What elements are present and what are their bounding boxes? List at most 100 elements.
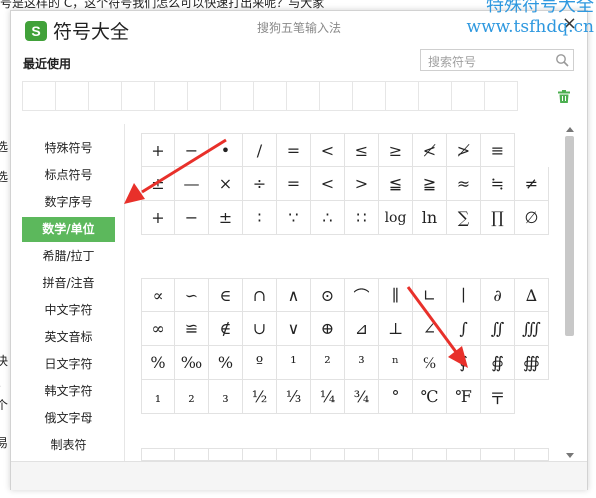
symbol-cell[interactable]: <: [311, 133, 345, 167]
category-english-phonetics[interactable]: 英文音标: [22, 325, 115, 350]
symbol-cell[interactable]: ×: [209, 167, 243, 201]
symbol-cell[interactable]: [481, 448, 515, 461]
category-russian-letters[interactable]: 俄文字母: [22, 406, 115, 431]
category-chinese-chars[interactable]: 中文字符: [22, 298, 115, 323]
category-greek-latin[interactable]: 希腊/拉丁: [22, 244, 115, 269]
symbol-cell[interactable]: log: [379, 201, 413, 235]
symbol-cell[interactable]: +: [141, 201, 175, 235]
symbol-cell[interactable]: ∴: [311, 201, 345, 235]
symbol-cell[interactable]: ∏: [481, 201, 515, 235]
symbol-cell[interactable]: ∉: [209, 312, 243, 346]
symbol-cell[interactable]: ≯: [447, 133, 481, 167]
symbol-cell[interactable]: ∮: [447, 346, 481, 380]
symbol-cell[interactable]: ∰: [515, 346, 549, 380]
symbol-cell[interactable]: =: [277, 167, 311, 201]
symbol-cell[interactable]: ∣: [447, 278, 481, 312]
symbol-cell[interactable]: ≮: [413, 133, 447, 167]
symbol-cell[interactable]: [209, 448, 243, 461]
recent-symbol-slot[interactable]: [254, 81, 287, 111]
symbol-cell[interactable]: ∟: [413, 278, 447, 312]
symbol-cell[interactable]: ≧: [413, 167, 447, 201]
symbol-cell[interactable]: ln: [413, 201, 447, 235]
symbol-cell[interactable]: ⁿ: [379, 346, 413, 380]
category-math-units[interactable]: 数学/单位: [22, 217, 115, 242]
symbol-cell[interactable]: −: [175, 201, 209, 235]
symbol-cell[interactable]: ∠: [413, 312, 447, 346]
symbol-cell[interactable]: ∯: [481, 346, 515, 380]
symbol-cell[interactable]: [277, 448, 311, 461]
symbol-cell[interactable]: ²: [311, 346, 345, 380]
symbol-cell[interactable]: ∷: [345, 201, 379, 235]
symbol-cell[interactable]: ∪: [243, 312, 277, 346]
symbol-cell[interactable]: ₁: [141, 380, 175, 414]
recent-symbol-slot[interactable]: [155, 81, 188, 111]
symbol-cell[interactable]: [345, 448, 379, 461]
symbol-cell[interactable]: ⊙: [311, 278, 345, 312]
symbol-cell[interactable]: ½: [243, 380, 277, 414]
symbol-cell[interactable]: ³: [345, 346, 379, 380]
symbol-cell[interactable]: ∽: [175, 278, 209, 312]
symbol-cell[interactable]: ¼: [311, 380, 345, 414]
symbol-cell[interactable]: ∨: [277, 312, 311, 346]
symbol-cell[interactable]: [175, 448, 209, 461]
symbol-cell[interactable]: ∑: [447, 201, 481, 235]
symbol-cell[interactable]: ‰: [175, 346, 209, 380]
category-special-symbols[interactable]: 特殊符号: [22, 136, 115, 161]
symbol-cell[interactable]: ∈: [209, 278, 243, 312]
symbol-cell[interactable]: ℅: [413, 346, 447, 380]
symbol-cell[interactable]: [141, 448, 175, 461]
scrollbar[interactable]: [564, 124, 576, 461]
symbol-cell[interactable]: ₃: [209, 380, 243, 414]
symbol-cell[interactable]: =: [277, 133, 311, 167]
symbol-cell[interactable]: −: [175, 133, 209, 167]
symbol-cell[interactable]: ≦: [379, 167, 413, 201]
recent-symbol-slot[interactable]: [452, 81, 485, 111]
recent-symbol-slot[interactable]: [23, 81, 56, 111]
symbol-cell[interactable]: [413, 448, 447, 461]
category-number-sequence[interactable]: 数字序号: [22, 190, 115, 215]
symbol-cell[interactable]: —: [175, 167, 209, 201]
symbol-cell[interactable]: ⊕: [311, 312, 345, 346]
scroll-up-icon[interactable]: [566, 127, 574, 132]
recent-symbol-slot[interactable]: [56, 81, 89, 111]
symbol-cell[interactable]: ₂: [175, 380, 209, 414]
symbol-cell[interactable]: ≈: [447, 167, 481, 201]
category-korean-chars[interactable]: 韩文字符: [22, 379, 115, 404]
symbol-cell[interactable]: ∫: [447, 312, 481, 346]
symbol-cell[interactable]: ±: [209, 201, 243, 235]
symbol-cell[interactable]: ∧: [277, 278, 311, 312]
symbol-cell[interactable]: [311, 448, 345, 461]
symbol-cell[interactable]: ∥: [379, 278, 413, 312]
symbol-cell[interactable]: +: [141, 133, 175, 167]
symbol-cell[interactable]: ∞: [141, 312, 175, 346]
symbol-cell[interactable]: ℉: [447, 380, 481, 414]
recent-symbol-slot[interactable]: [122, 81, 155, 111]
symbol-cell[interactable]: ¹: [277, 346, 311, 380]
scrollbar-thumb[interactable]: [565, 136, 574, 336]
symbol-cell[interactable]: ∶: [243, 201, 277, 235]
category-japanese-chars[interactable]: 日文字符: [22, 352, 115, 377]
recent-symbol-slot[interactable]: [386, 81, 419, 111]
symbol-cell[interactable]: ⊿: [345, 312, 379, 346]
symbol-cell[interactable]: ≠: [515, 167, 549, 201]
symbol-cell[interactable]: ⅓: [277, 380, 311, 414]
symbol-cell[interactable]: ℃: [413, 380, 447, 414]
symbol-cell[interactable]: •: [209, 133, 243, 167]
symbol-cell[interactable]: ∅: [515, 201, 549, 235]
symbol-cell[interactable]: ≡: [481, 133, 515, 167]
recent-symbol-slot[interactable]: [485, 81, 518, 111]
recent-symbol-slot[interactable]: [353, 81, 386, 111]
recent-symbol-slot[interactable]: [419, 81, 452, 111]
trash-icon[interactable]: [558, 90, 570, 103]
category-pinyin-zhuyin[interactable]: 拼音/注音: [22, 271, 115, 296]
symbol-cell[interactable]: °: [379, 380, 413, 414]
symbol-cell[interactable]: ¾: [345, 380, 379, 414]
scroll-down-icon[interactable]: [566, 453, 574, 458]
symbol-cell[interactable]: [447, 448, 481, 461]
symbol-cell[interactable]: ∝: [141, 278, 175, 312]
symbol-cell[interactable]: ≌: [175, 312, 209, 346]
symbol-cell[interactable]: [379, 448, 413, 461]
symbol-cell[interactable]: ⌒: [345, 278, 379, 312]
symbol-cell[interactable]: ∆: [515, 278, 549, 312]
symbol-cell[interactable]: 〒: [481, 380, 515, 414]
